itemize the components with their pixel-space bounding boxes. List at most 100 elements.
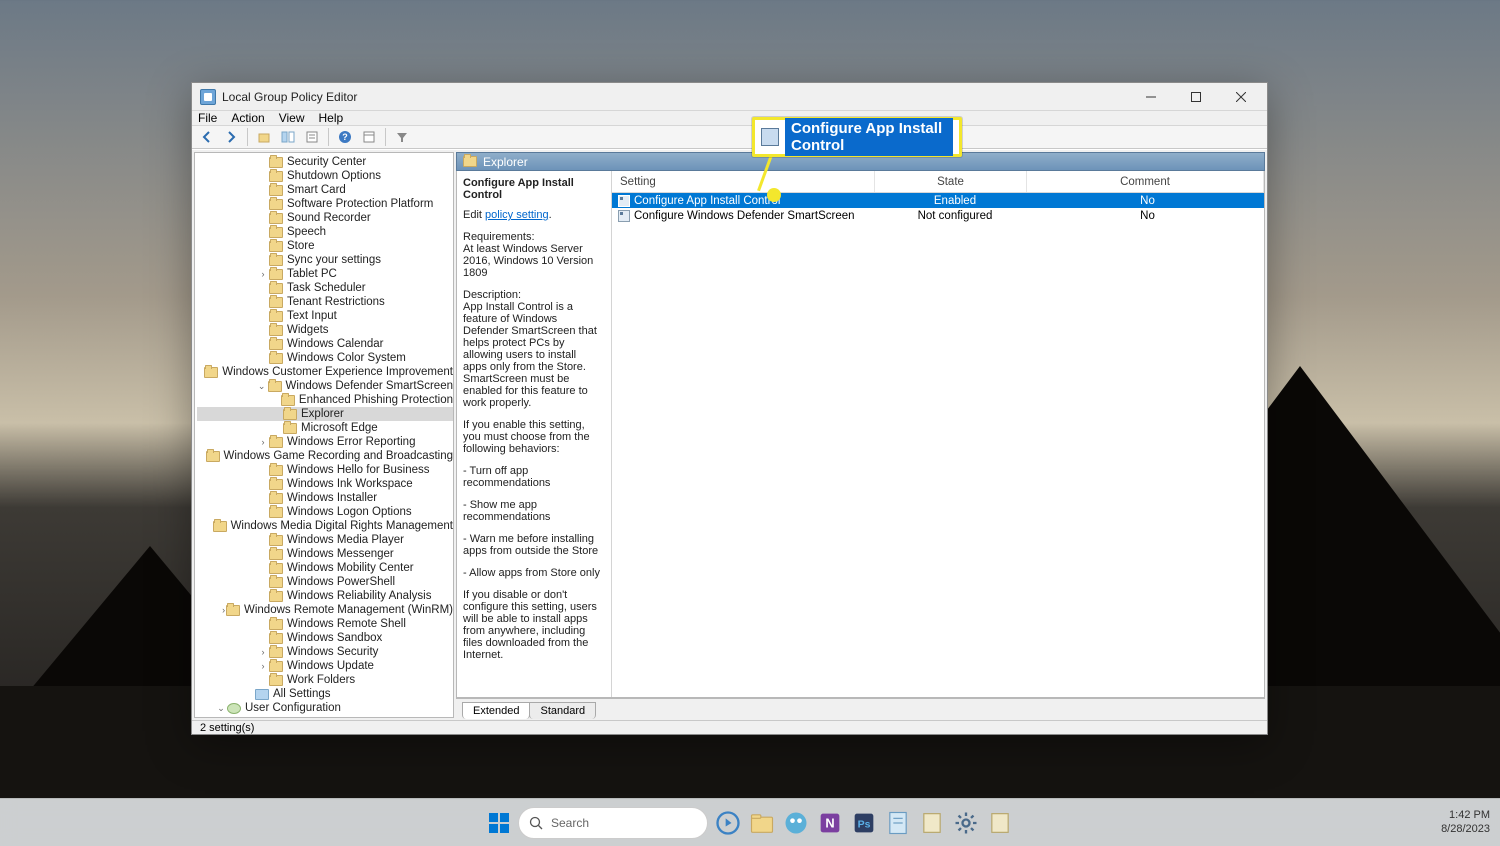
- col-comment[interactable]: Comment: [1027, 171, 1264, 192]
- tree-item[interactable]: Microsoft Edge: [197, 421, 453, 435]
- tree-item[interactable]: Security Center: [197, 155, 453, 169]
- clock-time: 1:42 PM: [1449, 809, 1490, 822]
- tree-item[interactable]: Sound Recorder: [197, 211, 453, 225]
- tree-item[interactable]: Windows Media Player: [197, 533, 453, 547]
- tree-item[interactable]: Windows Hello for Business: [197, 463, 453, 477]
- folder-icon: [463, 156, 477, 167]
- tree-item[interactable]: Shutdown Options: [197, 169, 453, 183]
- taskbar-explorer-icon[interactable]: [748, 809, 776, 837]
- menu-file[interactable]: File: [198, 111, 217, 125]
- tree-item[interactable]: ⌄User Configuration: [197, 701, 453, 715]
- menu-help[interactable]: Help: [319, 111, 344, 125]
- properties-button[interactable]: [358, 126, 380, 148]
- menu-action[interactable]: Action: [231, 111, 264, 125]
- filter-button[interactable]: [391, 126, 413, 148]
- tree-item[interactable]: Enhanced Phishing Protection: [197, 393, 453, 407]
- setting-row[interactable]: Configure App Install ControlEnabledNo: [612, 193, 1264, 208]
- view-tabs: Extended Standard: [456, 698, 1265, 718]
- taskbar-app-icon[interactable]: [918, 809, 946, 837]
- taskbar-copilot-icon[interactable]: [782, 809, 810, 837]
- tree-item[interactable]: Tenant Restrictions: [197, 295, 453, 309]
- titlebar[interactable]: Local Group Policy Editor: [192, 83, 1267, 111]
- svg-text:?: ?: [342, 132, 348, 142]
- list-header[interactable]: Setting State Comment: [612, 171, 1264, 193]
- menubar: File Action View Help: [192, 111, 1267, 126]
- tree-item[interactable]: Explorer: [197, 407, 453, 421]
- taskbar-settings-icon[interactable]: [952, 809, 980, 837]
- window-title: Local Group Policy Editor: [222, 90, 357, 104]
- start-button[interactable]: [486, 810, 512, 836]
- col-setting[interactable]: Setting: [612, 171, 875, 192]
- tree-item[interactable]: Smart Card: [197, 183, 453, 197]
- tree-item[interactable]: ›Windows Update: [197, 659, 453, 673]
- close-button[interactable]: [1218, 83, 1263, 111]
- tree-item[interactable]: ⌄Windows Defender SmartScreen: [197, 379, 453, 393]
- tree-item[interactable]: ›Windows Error Reporting: [197, 435, 453, 449]
- annotation-callout: Configure App Install Control: [752, 117, 962, 157]
- policy-icon: [761, 128, 779, 146]
- tree-item[interactable]: Windows Calendar: [197, 337, 453, 351]
- show-hide-button[interactable]: [277, 126, 299, 148]
- callout-text: Configure App Install Control: [785, 118, 953, 156]
- tree-item[interactable]: Windows Reliability Analysis: [197, 589, 453, 603]
- setting-title: Configure App Install Control: [463, 177, 603, 201]
- tree-item[interactable]: Text Input: [197, 309, 453, 323]
- tree-item[interactable]: Windows Sandbox: [197, 631, 453, 645]
- up-button[interactable]: [253, 126, 275, 148]
- setting-row[interactable]: Configure Windows Defender SmartScreenNo…: [612, 208, 1264, 223]
- tree-item[interactable]: Windows Mobility Center: [197, 561, 453, 575]
- taskbar[interactable]: Search N Ps 1:42 PM 8/28/2023: [0, 798, 1500, 846]
- tree-item[interactable]: Windows Installer: [197, 491, 453, 505]
- menu-view[interactable]: View: [279, 111, 305, 125]
- separator: [328, 128, 329, 146]
- tree-item[interactable]: Speech: [197, 225, 453, 239]
- taskbar-photoshop-icon[interactable]: Ps: [850, 809, 878, 837]
- taskbar-bing-icon[interactable]: [714, 809, 742, 837]
- tree-item[interactable]: ›Tablet PC: [197, 267, 453, 281]
- tree-item[interactable]: Sync your settings: [197, 253, 453, 267]
- help-button[interactable]: ?: [334, 126, 356, 148]
- tree-item[interactable]: Windows Game Recording and Broadcasting: [197, 449, 453, 463]
- forward-button[interactable]: [220, 126, 242, 148]
- tree-item[interactable]: Windows Remote Shell: [197, 617, 453, 631]
- tree-item[interactable]: Windows Color System: [197, 351, 453, 365]
- toolbar: ?: [192, 126, 1267, 149]
- back-button[interactable]: [196, 126, 218, 148]
- taskbar-notepad-icon[interactable]: [884, 809, 912, 837]
- app-icon: [200, 89, 216, 105]
- tree-item[interactable]: All Settings: [197, 687, 453, 701]
- export-button[interactable]: [301, 126, 323, 148]
- description-pane: Configure App Install Control Edit polic…: [457, 171, 612, 697]
- maximize-button[interactable]: [1173, 83, 1218, 111]
- minimize-button[interactable]: [1128, 83, 1173, 111]
- nav-tree[interactable]: Security CenterShutdown OptionsSmart Car…: [194, 152, 454, 718]
- col-state[interactable]: State: [875, 171, 1027, 192]
- tree-item[interactable]: Windows Logon Options: [197, 505, 453, 519]
- status-text: 2 setting(s): [200, 722, 254, 734]
- tree-item[interactable]: ›Windows Remote Management (WinRM): [197, 603, 453, 617]
- tab-extended[interactable]: Extended: [462, 702, 530, 719]
- tab-standard[interactable]: Standard: [529, 702, 596, 719]
- tree-item[interactable]: Windows PowerShell: [197, 575, 453, 589]
- taskbar-search[interactable]: Search: [518, 807, 708, 839]
- tree-item[interactable]: Task Scheduler: [197, 281, 453, 295]
- tree-item[interactable]: Work Folders: [197, 673, 453, 687]
- search-icon: [529, 816, 543, 830]
- tree-item[interactable]: ›Windows Security: [197, 645, 453, 659]
- taskbar-app-icon[interactable]: [986, 809, 1014, 837]
- system-tray[interactable]: 1:42 PM 8/28/2023: [1441, 809, 1490, 835]
- statusbar: 2 setting(s): [192, 720, 1267, 734]
- taskbar-onenote-icon[interactable]: N: [816, 809, 844, 837]
- separator: [385, 128, 386, 146]
- tree-item[interactable]: Store: [197, 239, 453, 253]
- tree-item[interactable]: Software Protection Platform: [197, 197, 453, 211]
- settings-list: Setting State Comment Configure App Inst…: [612, 171, 1264, 697]
- svg-text:Ps: Ps: [858, 818, 871, 830]
- tree-item[interactable]: Widgets: [197, 323, 453, 337]
- edit-policy-link[interactable]: policy setting: [485, 209, 549, 221]
- tree-item[interactable]: Windows Customer Experience Improvement: [197, 365, 453, 379]
- tree-item[interactable]: Windows Messenger: [197, 547, 453, 561]
- tree-item[interactable]: Windows Media Digital Rights Management: [197, 519, 453, 533]
- tree-item[interactable]: Windows Ink Workspace: [197, 477, 453, 491]
- svg-text:N: N: [825, 815, 834, 830]
